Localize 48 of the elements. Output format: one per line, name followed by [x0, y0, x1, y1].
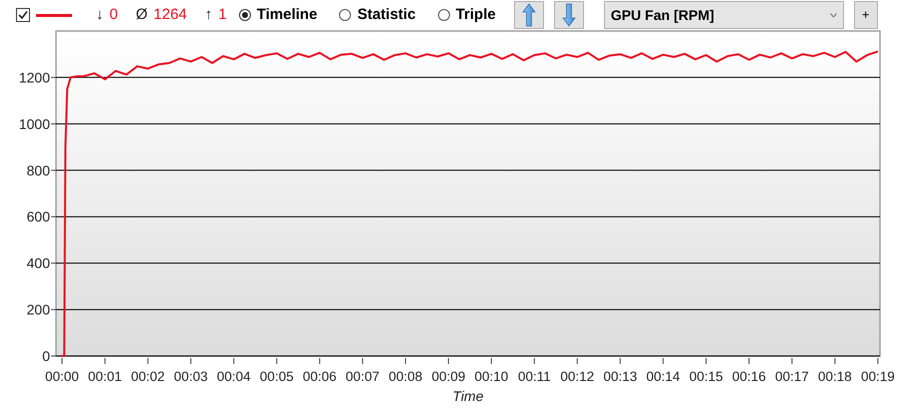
- axis-tick-label: 00:04: [216, 369, 251, 384]
- axis-tick-label: 00:19: [860, 369, 895, 384]
- axis-tick-label: 600: [26, 208, 50, 225]
- series-checkbox[interactable]: [16, 8, 30, 22]
- axis-tick-label: 200: [26, 302, 50, 318]
- axis-tick-label: 0: [42, 348, 50, 364]
- axis-tick-label: 00:07: [346, 369, 380, 384]
- view-radio[interactable]: Timeline: [238, 4, 318, 26]
- arrow-up-icon: [522, 3, 536, 27]
- legend-line: [36, 14, 72, 16]
- axis-tick-label: 00:08: [388, 369, 422, 384]
- axis-tick-label: 00:18: [818, 369, 852, 384]
- axis-tick-label: 00:03: [174, 369, 208, 384]
- move-up-button[interactable]: [514, 1, 544, 29]
- axis-tick-label: 00:15: [689, 369, 723, 384]
- axis-tick-label: 00:17: [775, 369, 809, 384]
- view-radio[interactable]: Triple: [438, 4, 496, 26]
- axis-tick-label: 00:02: [131, 369, 165, 384]
- axis-tick-label: 00:00: [45, 369, 79, 384]
- arrow-down-icon: [562, 3, 576, 27]
- axis-tick-label: 00:12: [560, 369, 594, 384]
- axis-tick-label: 800: [26, 162, 50, 178]
- axis-tick-label: 00:01: [88, 369, 122, 384]
- stat-value: 1264: [154, 4, 187, 25]
- sensor-dropdown[interactable]: GPU Fan [RPM]: [604, 1, 844, 29]
- move-down-button[interactable]: [554, 1, 584, 29]
- axis-tick-label: 00:11: [518, 369, 551, 384]
- axis-title: Time: [452, 388, 484, 404]
- axis-tick-label: 00:14: [646, 369, 680, 384]
- stat-value: 1: [218, 4, 227, 25]
- axis-tick-label: 00:16: [732, 369, 766, 384]
- stat-symbol: Ø: [136, 4, 148, 25]
- axis-tick-label: 00:09: [432, 369, 466, 384]
- axis-tick-label: 00:13: [603, 369, 638, 384]
- stat-value: 0: [110, 4, 118, 25]
- chevron-down-icon: [830, 12, 837, 18]
- axis-tick-label: 1000: [18, 116, 50, 132]
- axis-tick-label: 00:10: [474, 369, 508, 384]
- axis-tick-label: 00:05: [260, 369, 294, 384]
- dropdown-value: GPU Fan [RPM]: [610, 6, 714, 25]
- check-icon: [18, 10, 28, 20]
- axis-tick-label: 1200: [18, 69, 50, 86]
- view-radio[interactable]: Statistic: [339, 4, 416, 26]
- axis-tick-label: 00:06: [302, 369, 337, 384]
- stat-symbol: ↓: [96, 4, 104, 25]
- stat-symbol: ↑: [204, 4, 212, 25]
- axis-tick-label: 400: [26, 255, 50, 272]
- add-button[interactable]: +: [854, 1, 878, 29]
